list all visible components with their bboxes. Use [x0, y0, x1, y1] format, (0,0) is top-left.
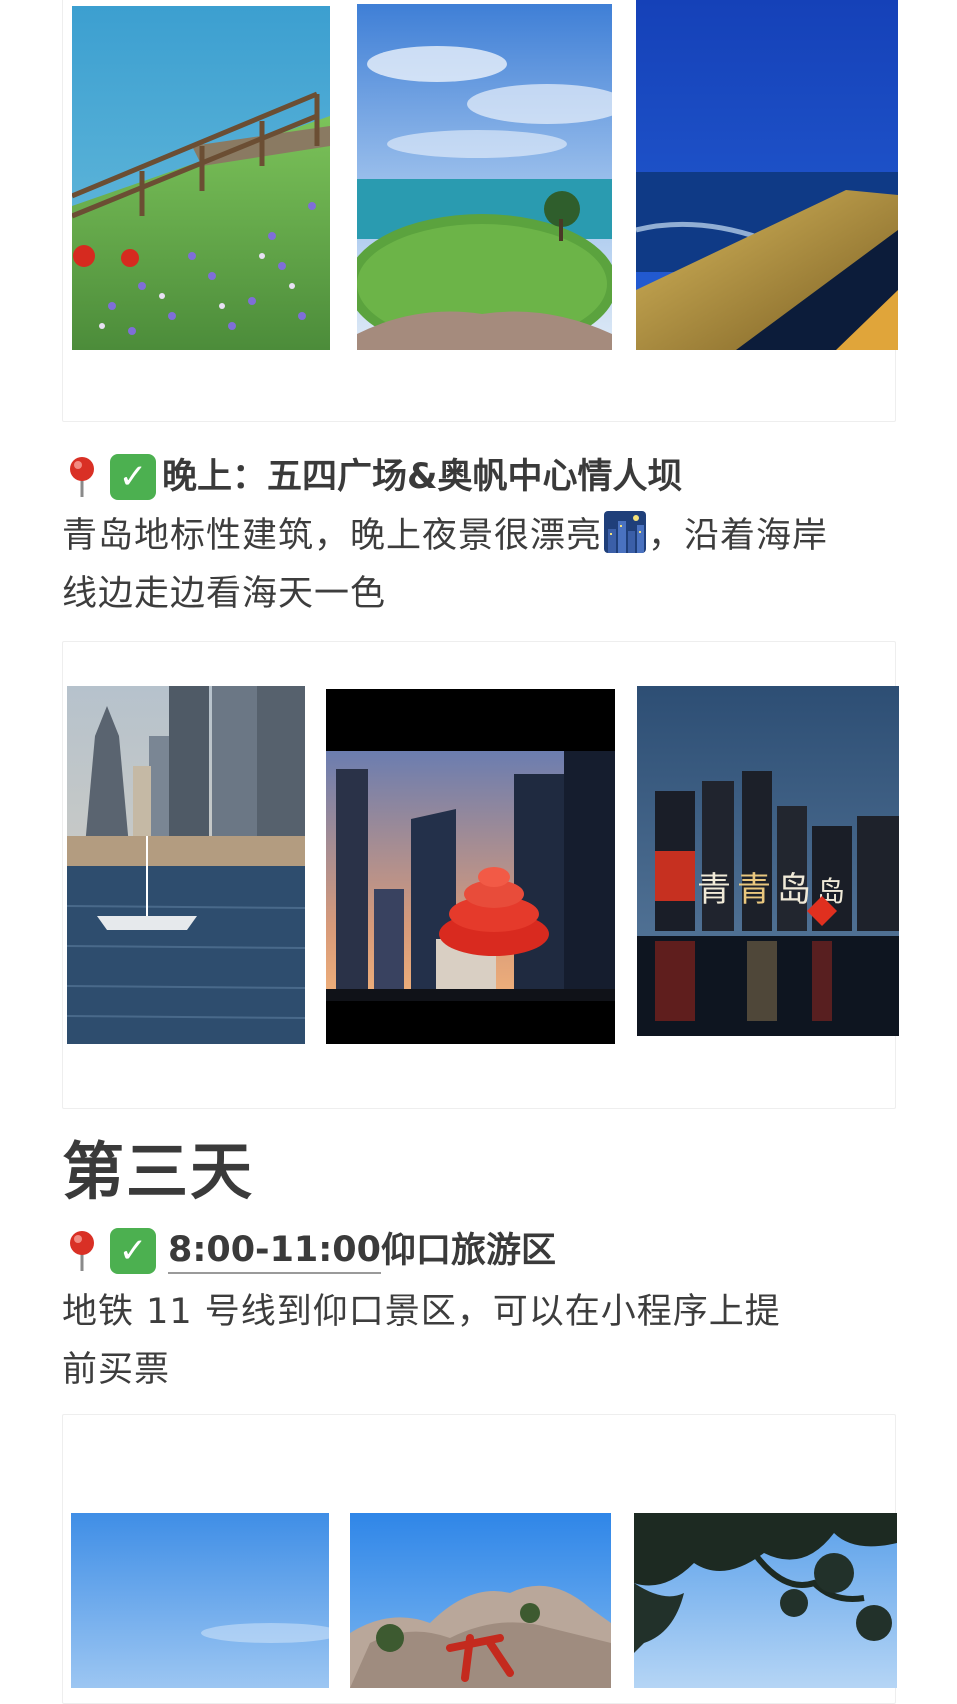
morning-description: 地铁 11 号线到仰口景区，可以在小程序上提 前买票: [62, 1283, 781, 1399]
evening-description-part-b: ，沿着海岸: [648, 516, 829, 556]
photo-rock-carving-image: [350, 1513, 611, 1688]
photo-may-fourth-sculpture-image: [326, 689, 615, 1044]
svg-text:青: 青: [697, 870, 731, 910]
photo-may-fourth-sculpture[interactable]: [326, 689, 615, 1044]
evening-heading: ✓ 晚上： 五四广场&奥帆中心情人坝: [62, 454, 683, 500]
photo-pine-tree-image: [634, 1513, 897, 1688]
photo-flower-stairs[interactable]: [72, 6, 330, 350]
morning-description-line1: 地铁 11 号线到仰口景区，可以在小程序上提: [62, 1292, 781, 1332]
evening-description-line2: 线边走边看海天一色: [62, 574, 387, 614]
round-pushpin-icon: [62, 455, 102, 499]
photo-blue-sky-image: [71, 1513, 329, 1688]
photo-blue-sky[interactable]: [71, 1513, 329, 1688]
morning-place: 仰口旅游区: [381, 1231, 557, 1271]
round-pushpin-icon: [62, 1229, 102, 1273]
svg-text:青: 青: [737, 870, 771, 910]
evening-place: 五四广场&奥帆中心情人坝: [267, 457, 683, 497]
night-city-icon: [604, 511, 647, 553]
photo-night-boardwalk[interactable]: [636, 0, 898, 350]
evening-description: 青岛地标性建筑，晚上夜景很漂亮 ，沿着海岸 线边走边看海天一色: [62, 507, 828, 623]
photo-skyline-sailboat[interactable]: [67, 686, 305, 1044]
svg-text:岛: 岛: [777, 870, 811, 910]
day-three-title: 第三天: [62, 1135, 255, 1208]
evening-time-label: 晚上：: [162, 457, 268, 497]
morning-heading: ✓ 8:00-11:00 仰口旅游区: [62, 1228, 556, 1274]
white-check-mark-icon: ✓: [110, 454, 156, 500]
photo-rock-carving[interactable]: [350, 1513, 611, 1688]
photo-skyline-sailboat-image: [67, 686, 305, 1044]
photo-seaside-lawn-image: [357, 4, 612, 350]
photo-seaside-lawn[interactable]: [357, 4, 612, 350]
evening-description-part-a: 青岛地标性建筑，晚上夜景很漂亮: [62, 516, 603, 556]
photo-qingdao-night-lights[interactable]: 青 青 岛 岛: [637, 686, 899, 1036]
morning-description-line2: 前买票: [62, 1350, 171, 1390]
white-check-mark-icon: ✓: [110, 1228, 156, 1274]
morning-time: 8:00-11:00: [168, 1228, 381, 1274]
photo-flower-stairs-image: [72, 6, 330, 350]
evening-description-line1: 青岛地标性建筑，晚上夜景很漂亮 ，沿着海岸: [62, 507, 828, 565]
photo-night-boardwalk-image: [636, 0, 898, 350]
photo-pine-tree[interactable]: [634, 1513, 897, 1688]
photo-qingdao-night-lights-image: 青 青 岛 岛: [637, 686, 899, 1036]
